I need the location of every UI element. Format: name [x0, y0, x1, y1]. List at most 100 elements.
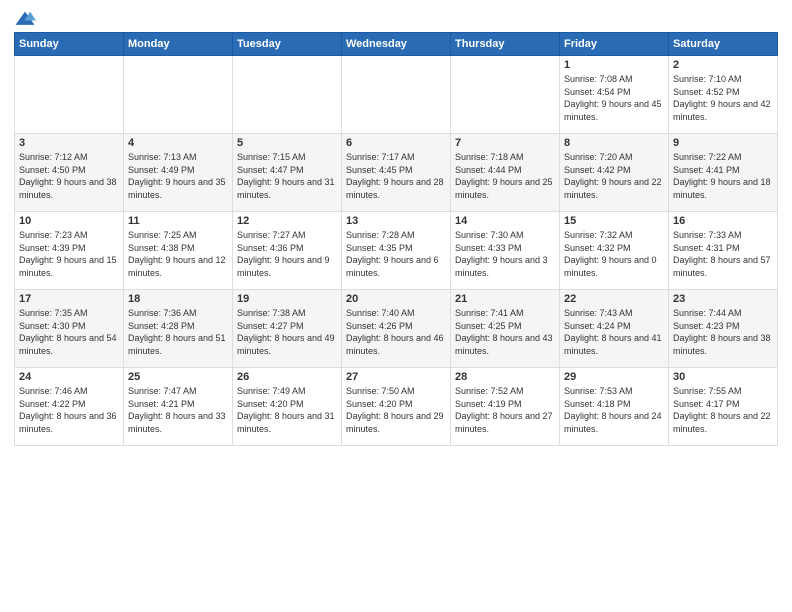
- calendar-cell: 21 Sunrise: 7:41 AM Sunset: 4:25 PM Dayli…: [451, 290, 560, 368]
- day-number: 8: [564, 137, 664, 149]
- day-number: 3: [19, 137, 119, 149]
- cell-content: Sunrise: 7:27 AM Sunset: 4:36 PM Dayligh…: [237, 229, 337, 279]
- cell-content: Sunrise: 7:50 AM Sunset: 4:20 PM Dayligh…: [346, 385, 446, 435]
- day-number: 2: [673, 59, 773, 71]
- day-number: 24: [19, 371, 119, 383]
- calendar-table: SundayMondayTuesdayWednesdayThursdayFrid…: [14, 32, 778, 446]
- calendar-cell: 22 Sunrise: 7:43 AM Sunset: 4:24 PM Dayli…: [560, 290, 669, 368]
- calendar-cell: 4 Sunrise: 7:13 AM Sunset: 4:49 PM Daylig…: [124, 134, 233, 212]
- cell-content: Sunrise: 7:30 AM Sunset: 4:33 PM Dayligh…: [455, 229, 555, 279]
- day-number: 7: [455, 137, 555, 149]
- cell-content: Sunrise: 7:18 AM Sunset: 4:44 PM Dayligh…: [455, 151, 555, 201]
- cell-content: Sunrise: 7:17 AM Sunset: 4:45 PM Dayligh…: [346, 151, 446, 201]
- day-number: 17: [19, 293, 119, 305]
- cell-content: Sunrise: 7:49 AM Sunset: 4:20 PM Dayligh…: [237, 385, 337, 435]
- day-number: 22: [564, 293, 664, 305]
- cell-content: Sunrise: 7:38 AM Sunset: 4:27 PM Dayligh…: [237, 307, 337, 357]
- calendar-cell: 11 Sunrise: 7:25 AM Sunset: 4:38 PM Dayli…: [124, 212, 233, 290]
- calendar-cell: 30 Sunrise: 7:55 AM Sunset: 4:17 PM Dayli…: [669, 368, 778, 446]
- cell-content: Sunrise: 7:23 AM Sunset: 4:39 PM Dayligh…: [19, 229, 119, 279]
- day-number: 30: [673, 371, 773, 383]
- logo: [14, 10, 38, 28]
- calendar-cell: 27Sunrise: 7:50 AM Sunset: 4:20 PM Dayli…: [342, 368, 451, 446]
- cell-content: Sunrise: 7:28 AM Sunset: 4:35 PM Dayligh…: [346, 229, 446, 279]
- day-number: 18: [128, 293, 228, 305]
- calendar-cell: [451, 56, 560, 134]
- day-number: 6: [346, 137, 446, 149]
- header-row: [14, 10, 778, 28]
- day-number: 26: [237, 371, 337, 383]
- calendar-cell: 6 Sunrise: 7:17 AM Sunset: 4:45 PM Daylig…: [342, 134, 451, 212]
- day-number: 20: [346, 293, 446, 305]
- day-number: 16: [673, 215, 773, 227]
- cell-content: Sunrise: 7:32 AM Sunset: 4:32 PM Dayligh…: [564, 229, 664, 279]
- cell-content: Sunrise: 7:47 AM Sunset: 4:21 PM Dayligh…: [128, 385, 228, 435]
- cell-content: Sunrise: 7:33 AM Sunset: 4:31 PM Dayligh…: [673, 229, 773, 279]
- calendar-cell: 17 Sunrise: 7:35 AM Sunset: 4:30 PM Dayli…: [15, 290, 124, 368]
- calendar-cell: [124, 56, 233, 134]
- calendar-cell: 20 Sunrise: 7:40 AM Sunset: 4:26 PM Dayli…: [342, 290, 451, 368]
- cell-content: Sunrise: 7:40 AM Sunset: 4:26 PM Dayligh…: [346, 307, 446, 357]
- weekday-header: Tuesday: [233, 33, 342, 56]
- cell-content: Sunrise: 7:10 AM Sunset: 4:52 PM Dayligh…: [673, 73, 773, 123]
- calendar-cell: 25 Sunrise: 7:47 AM Sunset: 4:21 PM Dayli…: [124, 368, 233, 446]
- calendar-cell: 12 Sunrise: 7:27 AM Sunset: 4:36 PM Dayli…: [233, 212, 342, 290]
- day-number: 11: [128, 215, 228, 227]
- weekday-header: Sunday: [15, 33, 124, 56]
- cell-content: Sunrise: 7:52 AM Sunset: 4:19 PM Dayligh…: [455, 385, 555, 435]
- cell-content: Sunrise: 7:41 AM Sunset: 4:25 PM Dayligh…: [455, 307, 555, 357]
- cell-content: Sunrise: 7:36 AM Sunset: 4:28 PM Dayligh…: [128, 307, 228, 357]
- day-number: 5: [237, 137, 337, 149]
- calendar-cell: [233, 56, 342, 134]
- calendar-cell: 7 Sunrise: 7:18 AM Sunset: 4:44 PM Daylig…: [451, 134, 560, 212]
- day-number: 13: [346, 215, 446, 227]
- cell-content: Sunrise: 7:13 AM Sunset: 4:49 PM Dayligh…: [128, 151, 228, 201]
- weekday-header: Thursday: [451, 33, 560, 56]
- day-number: 14: [455, 215, 555, 227]
- cell-content: Sunrise: 7:43 AM Sunset: 4:24 PM Dayligh…: [564, 307, 664, 357]
- calendar-cell: 19 Sunrise: 7:38 AM Sunset: 4:27 PM Dayli…: [233, 290, 342, 368]
- cell-content: Sunrise: 7:35 AM Sunset: 4:30 PM Dayligh…: [19, 307, 119, 357]
- calendar-cell: 24Sunrise: 7:46 AM Sunset: 4:22 PM Dayli…: [15, 368, 124, 446]
- cell-content: Sunrise: 7:15 AM Sunset: 4:47 PM Dayligh…: [237, 151, 337, 201]
- day-number: 15: [564, 215, 664, 227]
- cell-content: Sunrise: 7:25 AM Sunset: 4:38 PM Dayligh…: [128, 229, 228, 279]
- day-number: 9: [673, 137, 773, 149]
- weekday-header: Wednesday: [342, 33, 451, 56]
- calendar-cell: 10Sunrise: 7:23 AM Sunset: 4:39 PM Dayli…: [15, 212, 124, 290]
- cell-content: Sunrise: 7:20 AM Sunset: 4:42 PM Dayligh…: [564, 151, 664, 201]
- logo-icon: [14, 10, 36, 28]
- weekday-header: Friday: [560, 33, 669, 56]
- cell-content: Sunrise: 7:44 AM Sunset: 4:23 PM Dayligh…: [673, 307, 773, 357]
- calendar-cell: 29 Sunrise: 7:53 AM Sunset: 4:18 PM Dayli…: [560, 368, 669, 446]
- cell-content: Sunrise: 7:08 AM Sunset: 4:54 PM Dayligh…: [564, 73, 664, 123]
- calendar-cell: [342, 56, 451, 134]
- day-number: 1: [564, 59, 664, 71]
- cell-content: Sunrise: 7:12 AM Sunset: 4:50 PM Dayligh…: [19, 151, 119, 201]
- cell-content: Sunrise: 7:53 AM Sunset: 4:18 PM Dayligh…: [564, 385, 664, 435]
- day-number: 29: [564, 371, 664, 383]
- calendar-cell: [15, 56, 124, 134]
- calendar-cell: 5 Sunrise: 7:15 AM Sunset: 4:47 PM Daylig…: [233, 134, 342, 212]
- calendar-cell: 9 Sunrise: 7:22 AM Sunset: 4:41 PM Daylig…: [669, 134, 778, 212]
- day-number: 23: [673, 293, 773, 305]
- day-number: 21: [455, 293, 555, 305]
- calendar-cell: 18 Sunrise: 7:36 AM Sunset: 4:28 PM Dayli…: [124, 290, 233, 368]
- day-number: 19: [237, 293, 337, 305]
- calendar-cell: 15 Sunrise: 7:32 AM Sunset: 4:32 PM Dayli…: [560, 212, 669, 290]
- weekday-header: Monday: [124, 33, 233, 56]
- cell-content: Sunrise: 7:22 AM Sunset: 4:41 PM Dayligh…: [673, 151, 773, 201]
- calendar-cell: 3 Sunrise: 7:12 AM Sunset: 4:50 PM Daylig…: [15, 134, 124, 212]
- day-number: 28: [455, 371, 555, 383]
- day-number: 25: [128, 371, 228, 383]
- calendar-cell: 23 Sunrise: 7:44 AM Sunset: 4:23 PM Dayli…: [669, 290, 778, 368]
- calendar-cell: 8 Sunrise: 7:20 AM Sunset: 4:42 PM Daylig…: [560, 134, 669, 212]
- calendar-cell: 14 Sunrise: 7:30 AM Sunset: 4:33 PM Dayli…: [451, 212, 560, 290]
- day-number: 4: [128, 137, 228, 149]
- calendar-cell: 13 Sunrise: 7:28 AM Sunset: 4:35 PM Dayli…: [342, 212, 451, 290]
- day-number: 12: [237, 215, 337, 227]
- main-container: SundayMondayTuesdayWednesdayThursdayFrid…: [0, 0, 792, 456]
- calendar-cell: 26 Sunrise: 7:49 AM Sunset: 4:20 PM Dayli…: [233, 368, 342, 446]
- cell-content: Sunrise: 7:55 AM Sunset: 4:17 PM Dayligh…: [673, 385, 773, 435]
- calendar-cell: 1 Sunrise: 7:08 AM Sunset: 4:54 PM Daylig…: [560, 56, 669, 134]
